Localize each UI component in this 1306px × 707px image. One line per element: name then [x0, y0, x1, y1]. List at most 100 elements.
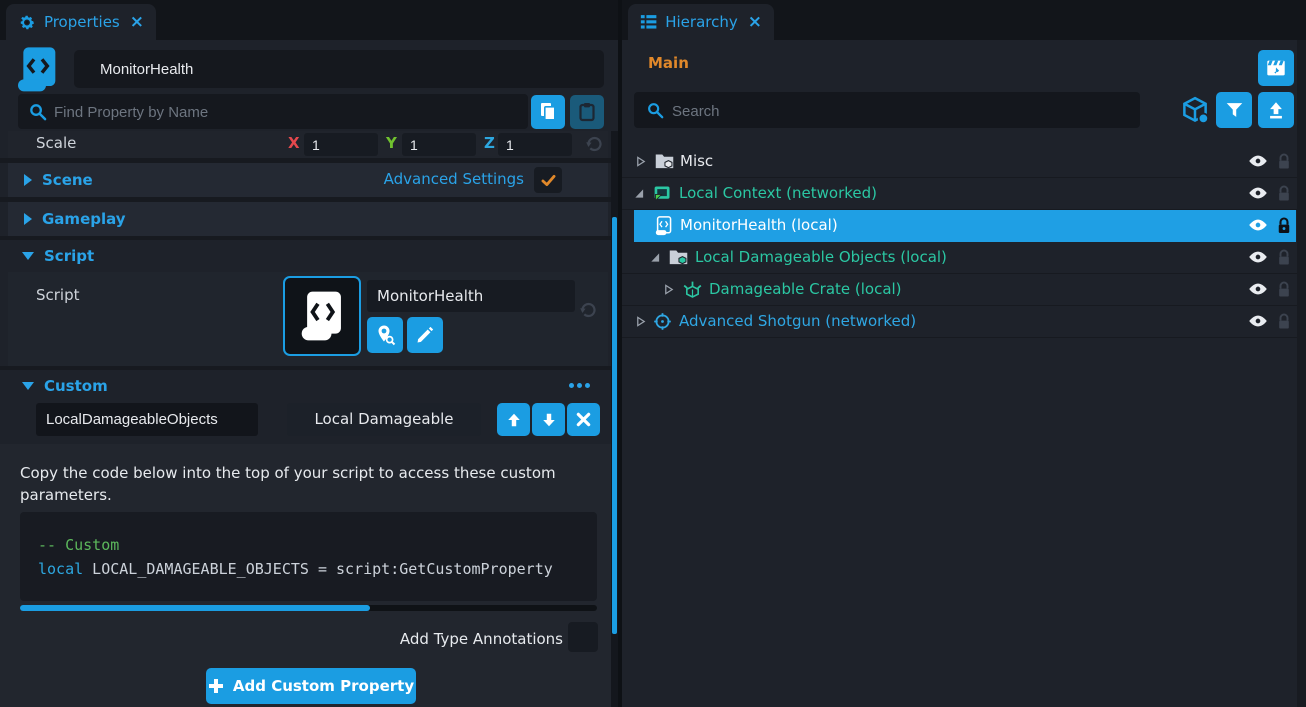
section-script[interactable]: Script [8, 240, 608, 272]
visibility-eye-icon[interactable] [1248, 186, 1268, 200]
code-rest: LOCAL_DAMAGEABLE_OBJECTS = script:GetCus… [83, 560, 553, 578]
lock-icon[interactable] [1277, 280, 1291, 299]
close-icon[interactable]: × [748, 14, 762, 31]
arrow-down-icon [541, 412, 557, 428]
lock-icon[interactable] [1277, 184, 1291, 203]
chevron-right-icon [24, 213, 32, 225]
clipboard-icon [577, 101, 597, 123]
hierarchy-search-input[interactable] [670, 92, 1130, 130]
custom-property-name-input[interactable] [36, 403, 258, 436]
scale-row: Scale X Y Z [8, 131, 608, 158]
expand-arrow-icon[interactable] [634, 188, 644, 199]
axis-x-label: X [288, 134, 300, 152]
find-property-search[interactable] [18, 94, 528, 129]
visibility-eye-icon[interactable] [1248, 282, 1268, 296]
crosshair-target-icon [652, 311, 673, 332]
properties-tabbar: Properties × [0, 0, 620, 40]
scene-settings-button[interactable] [1258, 50, 1294, 86]
tree-row-local-context[interactable]: Local Context (networked) [622, 178, 1306, 210]
visibility-eye-icon[interactable] [1248, 154, 1268, 168]
visibility-eye-icon[interactable] [1248, 250, 1268, 264]
lock-icon[interactable] [1277, 216, 1291, 235]
delete-custom-property-button[interactable] [567, 403, 600, 436]
move-down-button[interactable] [532, 403, 565, 436]
lock-icon[interactable] [1277, 312, 1291, 331]
properties-body: Scale X Y Z Scene Advanced Settings [0, 40, 620, 707]
find-property-input[interactable] [52, 94, 516, 131]
tree-row-label: MonitorHealth (local) [680, 210, 838, 241]
hierarchy-list-icon [640, 12, 657, 32]
find-script-button[interactable] [367, 317, 403, 353]
close-icon[interactable]: × [130, 14, 144, 31]
tab-properties[interactable]: Properties × [6, 4, 156, 40]
filter-button[interactable] [1216, 92, 1252, 128]
search-icon [28, 102, 47, 121]
scale-x-input[interactable] [304, 133, 378, 156]
scene-name-label: Main [648, 54, 689, 72]
advanced-settings-checkbox[interactable] [534, 167, 562, 193]
move-up-button[interactable] [497, 403, 530, 436]
paste-properties-button[interactable] [570, 95, 604, 129]
folder-cube-icon [668, 247, 689, 268]
collapse-arrow-icon[interactable] [636, 316, 646, 327]
filter-funnel-icon [1225, 101, 1244, 119]
scene-section-label: Scene [42, 171, 93, 189]
vertical-scrollbar-thumb[interactable] [612, 217, 617, 634]
lock-icon[interactable] [1277, 152, 1291, 171]
hierarchy-search[interactable] [634, 92, 1140, 128]
collapse-arrow-icon[interactable] [636, 156, 646, 167]
section-custom[interactable]: Custom [8, 370, 608, 402]
gear-icon [18, 12, 36, 33]
copy-icon [538, 101, 558, 123]
advanced-settings-label: Advanced Settings [384, 170, 524, 188]
tree-row-local-damageable-objects[interactable]: Local Damageable Objects (local) [622, 242, 1306, 274]
custom-property-row: Local Damageable Objects [0, 402, 612, 444]
tree-row-misc[interactable]: Misc [622, 146, 1306, 178]
locate-pin-icon [374, 324, 396, 346]
add-custom-property-button[interactable]: Add Custom Property [206, 668, 416, 704]
copy-properties-button[interactable] [531, 95, 565, 129]
local-context-icon [652, 183, 673, 204]
lock-icon[interactable] [1277, 248, 1291, 267]
scale-y-input[interactable] [402, 133, 476, 156]
code-block: -- Custom local LOCAL_DAMAGEABLE_OBJECTS… [20, 512, 597, 601]
visibility-eye-icon[interactable] [1248, 314, 1268, 328]
section-gameplay[interactable]: Gameplay [8, 202, 608, 236]
more-options-icon[interactable] [569, 383, 590, 388]
tree-row-label: Misc [680, 146, 713, 177]
package-cube-icon[interactable] [1180, 95, 1210, 125]
publish-upload-button[interactable] [1258, 92, 1294, 128]
pencil-icon [415, 325, 435, 345]
clapperboard-icon [1265, 57, 1287, 79]
script-scroll-icon [654, 216, 673, 236]
plus-icon [208, 678, 224, 694]
reset-script-icon[interactable] [578, 300, 598, 320]
tab-hierarchy-label: Hierarchy [665, 13, 738, 31]
script-asset-thumbnail[interactable] [283, 276, 361, 356]
horizontal-scrollbar-thumb[interactable] [20, 605, 370, 611]
tab-properties-label: Properties [44, 13, 120, 31]
scale-label: Scale [36, 134, 76, 152]
x-icon [576, 412, 591, 427]
hierarchy-tabbar: Hierarchy × [622, 0, 1306, 40]
custom-code-area: Copy the code below into the top of your… [0, 444, 612, 707]
reset-scale-icon[interactable] [584, 134, 604, 154]
section-scene[interactable]: Scene Advanced Settings [8, 163, 608, 197]
tree-row-advanced-shotgun[interactable]: Advanced Shotgun (networked) [622, 306, 1306, 338]
axis-z-label: Z [484, 134, 495, 152]
add-type-annotations-checkbox[interactable] [568, 622, 598, 652]
tree-row-monitorhealth[interactable]: MonitorHealth (local) [622, 210, 1306, 241]
custom-property-display-field[interactable]: Local Damageable Objects [287, 403, 481, 436]
chevron-down-icon [22, 382, 34, 390]
script-name-field[interactable]: MonitorHealth [367, 280, 575, 312]
tree-row-label: Local Context (networked) [679, 178, 877, 209]
tree-row-damageable-crate[interactable]: Damageable Crate (local) [622, 274, 1306, 306]
object-name-input[interactable] [74, 50, 604, 88]
collapse-arrow-icon[interactable] [664, 284, 674, 295]
tab-hierarchy[interactable]: Hierarchy × [628, 4, 774, 40]
expand-arrow-icon[interactable] [650, 252, 660, 263]
axis-y-label: Y [386, 134, 397, 152]
visibility-eye-icon[interactable] [1248, 218, 1268, 232]
edit-script-button[interactable] [407, 317, 443, 353]
scale-z-input[interactable] [498, 133, 572, 156]
